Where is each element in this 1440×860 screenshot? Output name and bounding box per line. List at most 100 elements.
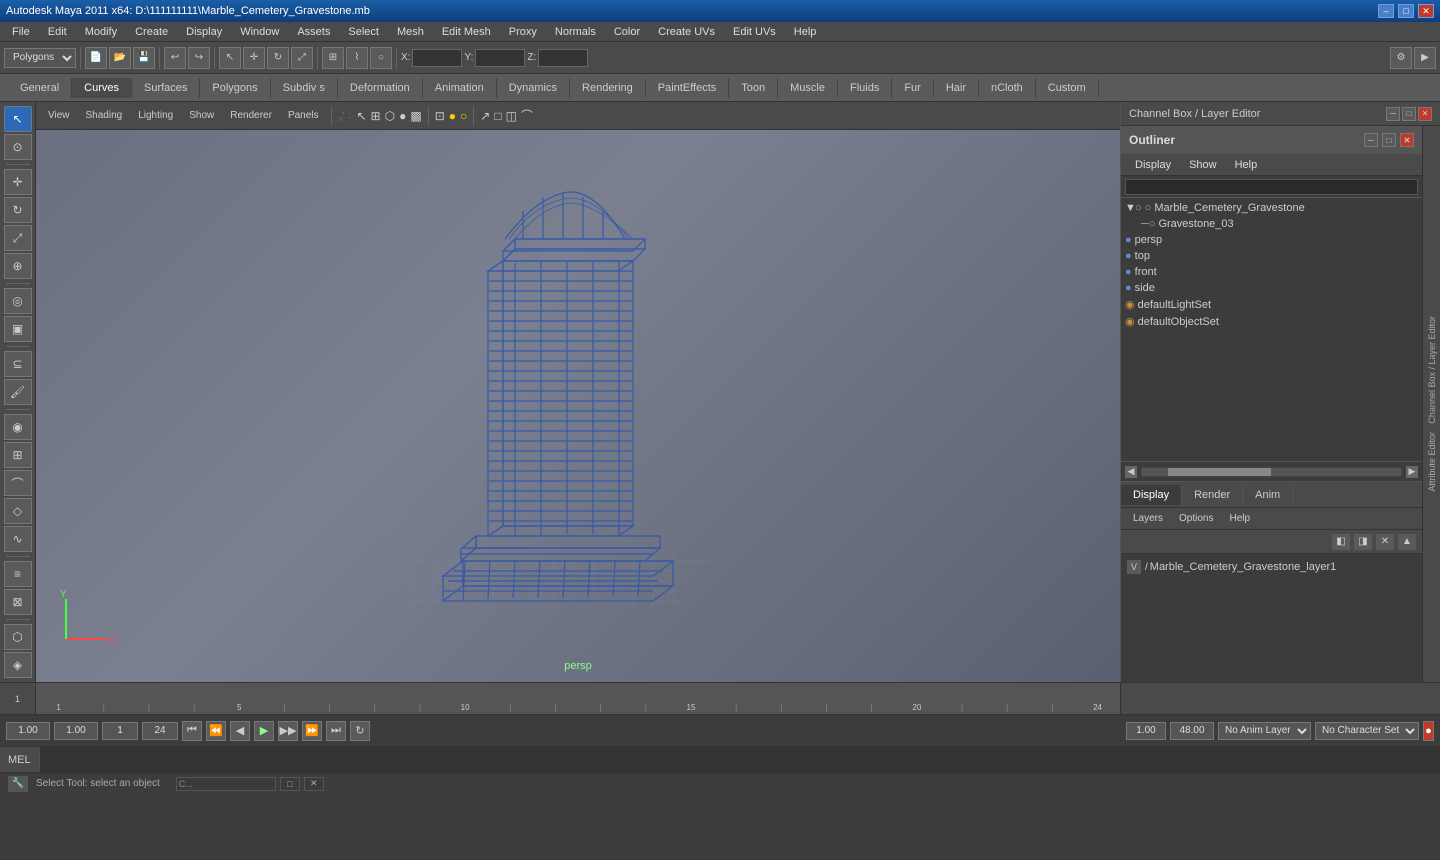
paint-button[interactable]: 🖌 (4, 379, 32, 405)
maximize-button[interactable]: □ (1398, 4, 1414, 18)
current-frame-field[interactable] (6, 722, 50, 740)
redo-button[interactable]: ↪ (188, 47, 210, 69)
shelf-tab-dynamics[interactable]: Dynamics (497, 78, 570, 98)
menu-assets[interactable]: Assets (289, 24, 338, 40)
outliner-minimize[interactable]: ─ (1364, 133, 1378, 147)
viewport-canvas[interactable]: X Y persp (36, 130, 1120, 682)
grid-icon[interactable]: ⊞ (371, 109, 381, 123)
task-bar-icon-1[interactable]: □ (280, 777, 300, 791)
outliner-menu-help[interactable]: Help (1227, 157, 1266, 173)
menu-proxy[interactable]: Proxy (501, 24, 545, 40)
channel-box-close[interactable]: ✕ (1418, 107, 1432, 121)
light2-icon[interactable]: ○ (460, 109, 467, 123)
save-button[interactable]: 💾 (133, 47, 155, 69)
region-button[interactable]: ⬡ (4, 624, 32, 650)
scroll-track[interactable] (1141, 467, 1402, 477)
scale-tool[interactable]: ⤢ (291, 47, 313, 69)
x-coord-field[interactable] (412, 49, 462, 67)
scroll-right-button[interactable]: ▶ (1406, 466, 1418, 478)
bones-icon[interactable]: ◫ (506, 109, 517, 123)
step-back-button[interactable]: ⏪ (206, 721, 226, 741)
curve-icon[interactable]: ⌒ (521, 107, 533, 124)
menu-edit[interactable]: Edit (40, 24, 75, 40)
outliner-item-top[interactable]: ● top (1121, 248, 1422, 264)
play-start-button[interactable]: ⏮ (182, 721, 202, 741)
show-manip-button[interactable]: ▣ (4, 316, 32, 342)
menu-window[interactable]: Window (232, 24, 287, 40)
wireframe-icon[interactable]: ⬡ (385, 109, 395, 123)
select-mode-button[interactable]: ↖ (4, 106, 32, 132)
outliner-scrollbar[interactable]: ◀ ▶ (1121, 461, 1422, 481)
task-bar-item-1[interactable]: C... (176, 777, 276, 791)
layer-button2[interactable]: ⊠ (4, 589, 32, 615)
anim-layer-select[interactable]: No Anim Layer (1218, 722, 1311, 740)
bend-button[interactable]: ⌒ (4, 470, 32, 496)
layer-tab-anim[interactable]: Anim (1243, 485, 1293, 505)
flare-button[interactable]: ◇ (4, 498, 32, 524)
smooth-icon[interactable]: ● (399, 109, 406, 123)
y-coord-field[interactable] (475, 49, 525, 67)
outliner-item-persp[interactable]: ● persp (1121, 232, 1422, 248)
layer-tab-render[interactable]: Render (1182, 485, 1243, 505)
create-layer-button[interactable]: ◧ (1332, 534, 1350, 550)
attribute-editor-tab[interactable]: Attribute Editor (1427, 428, 1437, 496)
outliner-restore[interactable]: □ (1382, 133, 1396, 147)
resolution-icon[interactable]: ⊡ (435, 109, 445, 123)
layer-row[interactable]: V / Marble_Cemetery_Gravestone_layer1 (1121, 558, 1422, 576)
mel-input[interactable] (40, 747, 1120, 772)
outliner-item-side[interactable]: ● side (1121, 280, 1422, 296)
layer-menu-help[interactable]: Help (1223, 511, 1256, 526)
scale-tool-button[interactable]: ⤢ (4, 225, 32, 251)
delete-layer-button[interactable]: ✕ (1376, 534, 1394, 550)
channel-box-minimize[interactable]: ─ (1386, 107, 1400, 121)
menu-select[interactable]: Select (340, 24, 387, 40)
menu-create-uvs[interactable]: Create UVs (650, 24, 723, 40)
shelf-tab-ncloth[interactable]: nCloth (979, 78, 1036, 98)
shelf-tab-general[interactable]: General (8, 78, 72, 98)
shelf-tab-subdivs[interactable]: Subdiv s (271, 78, 338, 98)
loop-button[interactable]: ↻ (350, 721, 370, 741)
timeline-ruler[interactable]: 1 | | | 5 | | | | 10 | | | | 15 | | | | … (36, 683, 1120, 714)
fps-start-field[interactable] (1126, 722, 1166, 740)
lasso-button[interactable]: ⊆ (4, 351, 32, 377)
scroll-thumb[interactable] (1168, 468, 1272, 476)
fps-end-field[interactable] (1170, 722, 1214, 740)
layer-options-button[interactable]: ◨ (1354, 534, 1372, 550)
render-settings-button[interactable]: ⚙ (1390, 47, 1412, 69)
translate-tool[interactable]: ✛ (243, 47, 265, 69)
play-end-button[interactable]: ⏭ (326, 721, 346, 741)
mode-select[interactable]: Polygons (4, 48, 76, 68)
layer-tab-display[interactable]: Display (1121, 485, 1182, 505)
menu-normals[interactable]: Normals (547, 24, 604, 40)
range-start-field[interactable] (54, 722, 98, 740)
cluster-button[interactable]: ◉ (4, 414, 32, 440)
texture-icon[interactable]: ▩ (410, 109, 421, 123)
manip-icon[interactable]: ↗ (480, 109, 490, 123)
shelf-tab-polygons[interactable]: Polygons (200, 78, 270, 98)
layer-edit-button[interactable]: ≡ (4, 561, 32, 587)
move-tool-button[interactable]: ✛ (4, 169, 32, 195)
layer-up-button[interactable]: ▲ (1398, 534, 1416, 550)
outliner-close[interactable]: ✕ (1400, 133, 1414, 147)
channel-box-restore[interactable]: □ (1402, 107, 1416, 121)
paint-select-button[interactable]: ⊙ (4, 134, 32, 160)
task-bar-icon-2[interactable]: ✕ (304, 777, 324, 791)
z-coord-field[interactable] (538, 49, 588, 67)
light-icon[interactable]: ● (449, 109, 456, 123)
view-menu[interactable]: View (42, 108, 76, 123)
render-button[interactable]: ▶ (1414, 47, 1436, 69)
shelf-tab-surfaces[interactable]: Surfaces (132, 78, 200, 98)
shelf-tab-toon[interactable]: Toon (729, 78, 778, 98)
shading-menu[interactable]: Shading (80, 108, 129, 123)
open-file-button[interactable]: 📂 (109, 47, 131, 69)
menu-file[interactable]: File (4, 24, 38, 40)
shelf-tab-muscle[interactable]: Muscle (778, 78, 838, 98)
lattice-button[interactable]: ⊞ (4, 442, 32, 468)
step-forward-button[interactable]: ⏩ (302, 721, 322, 741)
menu-mesh[interactable]: Mesh (389, 24, 432, 40)
select-tool[interactable]: ↖ (219, 47, 241, 69)
menu-edit-mesh[interactable]: Edit Mesh (434, 24, 499, 40)
select-icon[interactable]: ↖ (356, 109, 366, 123)
outliner-item-gravestone03[interactable]: ─○ Gravestone_03 (1121, 216, 1422, 232)
camera-icon[interactable]: 🎥 (338, 109, 353, 123)
